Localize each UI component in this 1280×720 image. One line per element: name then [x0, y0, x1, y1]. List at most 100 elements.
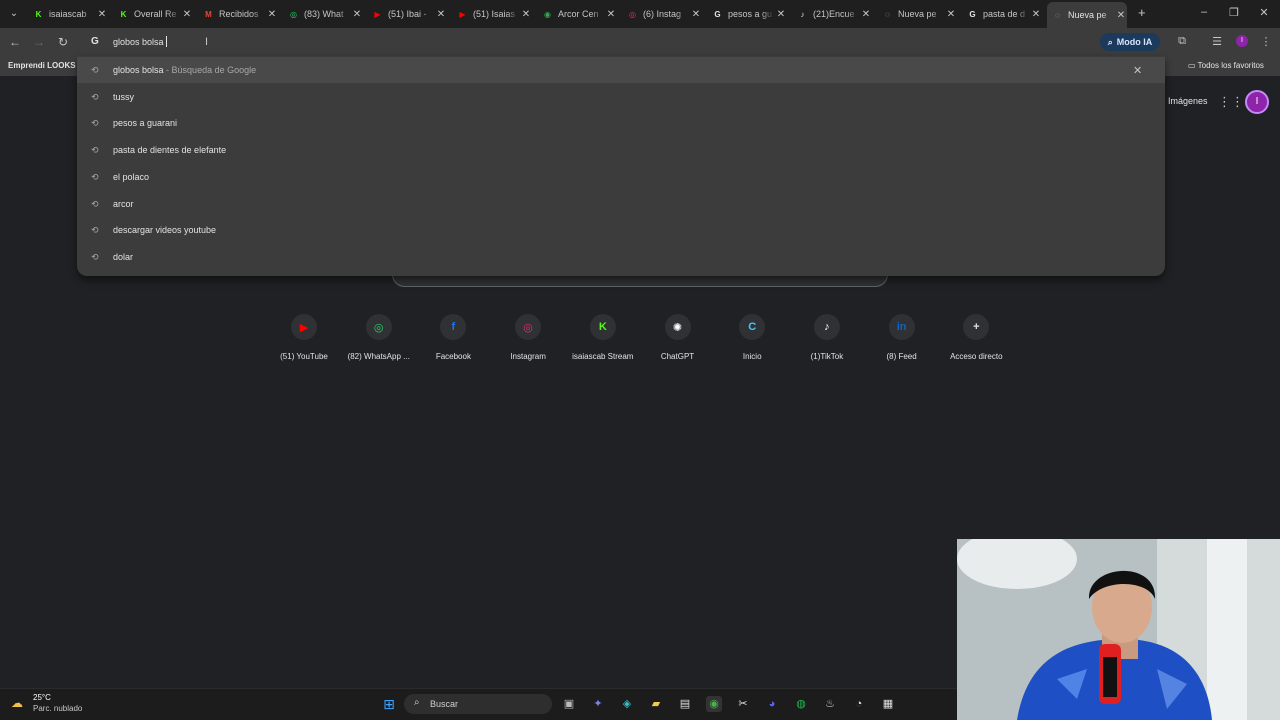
tab-close-icon[interactable]: ✕ — [1030, 9, 1042, 20]
all-bookmarks-label: Todos los favoritos — [1197, 61, 1264, 70]
restore-icon[interactable]: ❐ — [1226, 6, 1242, 19]
suggestion-query: el polaco — [113, 171, 150, 182]
suggestion-item[interactable]: ⟲ descargar videos youtube — [77, 217, 1165, 243]
text-caret — [166, 36, 167, 47]
tab-favicon-icon: ◌ — [885, 9, 890, 19]
tab-favicon-icon: ▶ — [374, 9, 381, 19]
discord-icon[interactable]: ◕ — [764, 696, 780, 712]
tab-close-icon[interactable]: ✕ — [435, 9, 447, 20]
suggestion-text: tussy — [113, 92, 134, 102]
tab-close-icon[interactable]: ✕ — [945, 9, 957, 20]
modo-ia-button[interactable]: ⌕ Modo IA — [1100, 33, 1160, 51]
forward-icon[interactable]: → — [31, 34, 47, 50]
snipping-tool-icon[interactable]: ✂ — [735, 696, 751, 712]
store-icon[interactable]: ▤ — [677, 696, 693, 712]
suggestion-item[interactable]: ⟲ tussy — [77, 84, 1165, 110]
suggestion-item[interactable]: ⟲ globos bolsa - Búsqueda de Google ✕ — [77, 57, 1165, 83]
tab-close-icon[interactable]: ✕ — [520, 9, 532, 20]
bookmark-item[interactable]: Emprendi LOOKS N — [8, 61, 78, 70]
images-link[interactable]: Imágenes — [1168, 96, 1208, 106]
tab-close-icon[interactable]: ✕ — [690, 9, 702, 20]
back-icon[interactable]: ← — [7, 34, 23, 50]
shortcut-tile[interactable]: Kisaiascab Stream — [566, 314, 640, 361]
suggestion-item[interactable]: ⟲ pesos a guarani — [77, 110, 1165, 136]
task-view-icon[interactable]: ▣ — [561, 696, 577, 712]
tab-title: (6) Instag — [643, 9, 682, 19]
obs-icon[interactable]: ◔ — [851, 696, 867, 712]
shortcut-tile[interactable]: in (8) Feed — [865, 314, 939, 361]
media-control-icon[interactable]: ☰ — [1210, 35, 1224, 48]
chrome-icon[interactable]: ◉ — [706, 696, 722, 712]
browser-tab[interactable]: ◉ Arcor Cen ✕ — [537, 3, 617, 25]
browser-tab[interactable]: ▶ (51) Isaias ✕ — [452, 3, 532, 25]
shortcut-tile[interactable]: ◎ (82) WhatsApp ... — [342, 314, 416, 361]
history-icon: ⟲ — [91, 145, 99, 156]
extensions-icon[interactable]: ⧉ — [1175, 35, 1189, 48]
suggestion-text: pesos a guarani — [113, 118, 177, 128]
calculator-icon[interactable]: ▦ — [880, 696, 896, 712]
tab-search-icon[interactable]: ⌄ — [6, 6, 22, 22]
browser-tab[interactable]: K Overall Re ✕ — [113, 3, 193, 25]
copilot-icon[interactable]: ◈ — [619, 696, 635, 712]
minimize-icon[interactable]: – — [1196, 6, 1212, 18]
history-icon: ⟲ — [91, 91, 99, 102]
suggestion-item[interactable]: ⟲ el polaco — [77, 164, 1165, 190]
tab-title: pasta de d — [983, 9, 1026, 19]
teams-icon[interactable]: ✦ — [590, 696, 606, 712]
spotify-icon[interactable]: ◍ — [793, 696, 809, 712]
tab-favicon-icon: ◎ — [290, 9, 297, 19]
omnibox-input[interactable]: globos bolsa — [113, 37, 164, 47]
shortcut-tile[interactable]: + Acceso directo — [939, 314, 1013, 361]
browser-tab[interactable]: ♪ (21)Encue ✕ — [792, 3, 872, 25]
tab-close-icon[interactable]: ✕ — [96, 9, 108, 20]
shortcut-tile[interactable]: ✺ ChatGPT — [641, 314, 715, 361]
all-bookmarks-folder[interactable]: ▭ Todos los favoritos — [1188, 61, 1264, 70]
tab-close-icon[interactable]: ✕ — [775, 9, 787, 20]
remove-suggestion-icon[interactable]: ✕ — [1133, 64, 1142, 77]
tab-close-icon[interactable]: ✕ — [605, 9, 617, 20]
suggestion-item[interactable]: ⟲ dolar — [77, 244, 1165, 270]
shortcut-tile[interactable]: ◎ Instagram — [491, 314, 565, 361]
browser-tab[interactable]: ◌ Nueva pe ✕ — [1047, 2, 1127, 28]
shortcut-tile[interactable]: C Inicio — [715, 314, 789, 361]
browser-tab[interactable]: ◎ (6) Instag ✕ — [622, 3, 702, 25]
ntp-account-avatar[interactable]: I — [1245, 90, 1269, 114]
browser-tab[interactable]: ◌ Nueva pe ✕ — [877, 3, 957, 25]
shortcut-tile[interactable]: ♪ (1)TikTok — [790, 314, 864, 361]
file-explorer-icon[interactable]: ▰ — [648, 696, 664, 712]
tab-close-icon[interactable]: ✕ — [860, 9, 872, 20]
tab-favicon-icon: M — [205, 9, 212, 19]
browser-tab[interactable]: M Recibidos ✕ — [198, 3, 278, 25]
browser-tab[interactable]: ▶ (51) Ibai - ✕ — [367, 3, 447, 25]
tab-close-icon[interactable]: ✕ — [351, 9, 363, 20]
steam-icon[interactable]: ♨ — [822, 696, 838, 712]
menu-icon[interactable]: ⋮ — [1259, 35, 1273, 48]
shortcut-label: (1)TikTok — [810, 352, 844, 361]
tab-favicon-icon: ♪ — [800, 9, 805, 19]
shortcut-icon: ✺ — [664, 314, 691, 340]
shortcut-label: (82) WhatsApp ... — [347, 352, 410, 361]
tab-close-icon[interactable]: ✕ — [181, 9, 193, 20]
browser-tab[interactable]: Gpasta de d ✕ — [962, 3, 1042, 25]
browser-tab[interactable]: Gpesos a gu ✕ — [707, 3, 787, 25]
shortcut-icon: f — [440, 314, 467, 340]
browser-tab[interactable]: ◎ (83) What ✕ — [283, 3, 363, 25]
taskbar-search[interactable] — [404, 694, 552, 714]
weather-temperature[interactable]: 25°C — [33, 693, 51, 702]
suggestion-item[interactable]: ⟲ pasta de dientes de elefante — [77, 137, 1165, 163]
history-icon: ⟲ — [91, 198, 99, 209]
profile-avatar[interactable]: I — [1236, 35, 1248, 47]
tab-close-icon[interactable]: ✕ — [1115, 10, 1127, 21]
new-tab-icon[interactable]: + — [1138, 5, 1146, 20]
webcam-image — [957, 539, 1280, 720]
browser-tab[interactable]: Kisaiascab ✕ — [28, 3, 108, 25]
tab-close-icon[interactable]: ✕ — [266, 9, 278, 20]
shortcut-tile[interactable]: f Facebook — [416, 314, 490, 361]
windows-start-icon[interactable]: ⊞ — [381, 696, 397, 712]
suggestion-item[interactable]: ⟲ arcor — [77, 191, 1165, 217]
reload-icon[interactable]: ↻ — [55, 34, 71, 50]
close-window-icon[interactable]: ✕ — [1256, 6, 1272, 19]
shortcut-tile[interactable]: ▶ (51) YouTube — [267, 314, 341, 361]
history-icon: ⟲ — [91, 171, 99, 182]
weather-description[interactable]: Parc. nublado — [33, 704, 82, 713]
